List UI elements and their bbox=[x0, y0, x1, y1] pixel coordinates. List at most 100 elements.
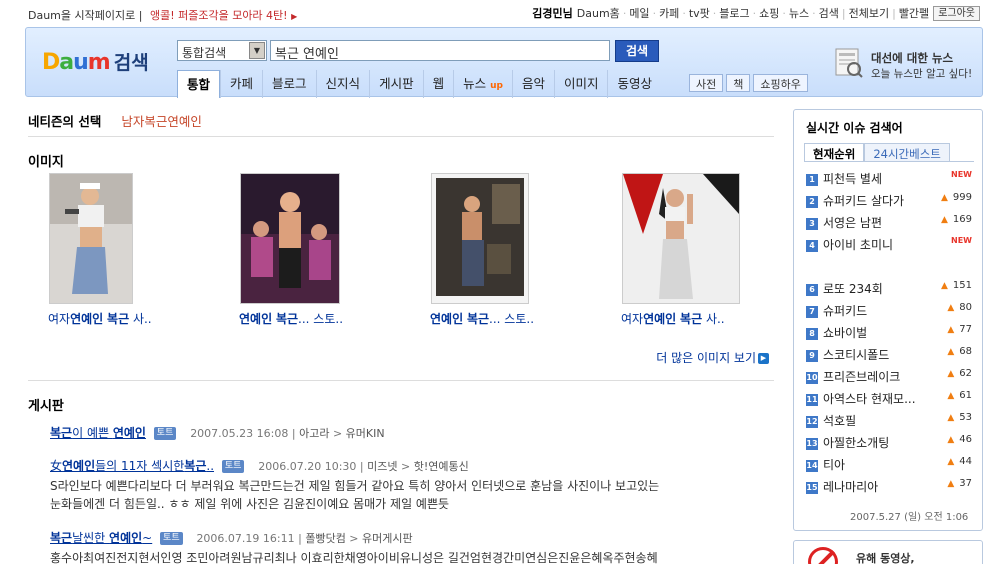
logout-button[interactable]: 로그아웃 bbox=[933, 5, 980, 21]
netizen-pick-label: 네티즌의 선택 bbox=[28, 114, 102, 129]
tab-board[interactable]: 게시판 bbox=[369, 70, 423, 98]
ranking-item[interactable]: 11 아역스타 현재모... ▲ 61 bbox=[806, 390, 974, 410]
harmful-video-notice[interactable]: 유해 동영상, bbox=[793, 540, 983, 564]
more-images-link[interactable]: 더 많은 이미지 보기 ▶ bbox=[656, 349, 769, 366]
up-arrow-icon: ▲ bbox=[947, 435, 955, 445]
tab-books[interactable]: 책 bbox=[726, 74, 751, 92]
tote-badge[interactable]: 토트 bbox=[160, 532, 183, 545]
ranking-item[interactable]: 14 티아 ▲ 44 bbox=[806, 456, 974, 476]
ranking-item[interactable]: 12 석호필 ▲ 53 bbox=[806, 412, 974, 432]
nav-link-cafe[interactable]: 카페 bbox=[659, 5, 679, 21]
tab-web[interactable]: 웹 bbox=[422, 70, 454, 98]
user-name[interactable]: 김경민님 bbox=[532, 5, 572, 21]
ranking-item[interactable]: 4 아이비 초미니 NEW bbox=[806, 236, 974, 256]
image-result[interactable]: 연예인 복근... 스토.. bbox=[430, 173, 580, 326]
board-post-title[interactable]: 복근이 예쁜 연예인 bbox=[50, 426, 146, 440]
rank-keyword[interactable]: 석호필 bbox=[823, 414, 856, 428]
up-arrow-icon: ▲ bbox=[947, 325, 955, 335]
rank-change: ▲ 999 bbox=[940, 192, 972, 203]
tab-video[interactable]: 동영상 bbox=[607, 70, 661, 98]
prohibited-icon bbox=[808, 547, 838, 564]
daum-logo[interactable]: Daum 검색 bbox=[42, 48, 149, 75]
image-result[interactable]: 여자연예인 복근 사.. bbox=[48, 173, 198, 326]
rank-keyword[interactable]: 티아 bbox=[823, 458, 845, 472]
promo-link[interactable]: 앵콜! 퍼즐조각을 모아라 4탄! bbox=[150, 9, 288, 22]
board-post-title[interactable]: 女연예인들의 11자 섹시한복근.. bbox=[50, 459, 214, 473]
ranking-item[interactable]: 1 피천득 별세 NEW bbox=[806, 170, 974, 190]
image-thumbnail[interactable] bbox=[49, 173, 133, 304]
tab-news[interactable]: 뉴스 up bbox=[453, 70, 512, 98]
news-promo-desc: 오늘 뉴스만 알고 싶다! bbox=[871, 68, 973, 80]
tab-shopping-how[interactable]: 쇼핑하우 bbox=[753, 74, 808, 92]
rank-keyword[interactable]: 아찔한소개팅 bbox=[823, 436, 889, 450]
image-caption[interactable]: 여자연예인 복근 사.. bbox=[48, 310, 152, 327]
search-input[interactable]: 복근 연예인 bbox=[270, 40, 610, 62]
image-caption[interactable]: 연예인 복근... 스토.. bbox=[430, 310, 534, 327]
rank-keyword[interactable]: 아역스타 현재모... bbox=[823, 392, 916, 406]
rank-keyword[interactable]: 프리즌브레이크 bbox=[823, 370, 900, 384]
nav-link-daum-home[interactable]: Daum홈 bbox=[577, 5, 620, 21]
nav-link-red-pen[interactable]: 빨간펠 bbox=[899, 5, 929, 21]
rank-keyword[interactable]: 레나마리아 bbox=[823, 480, 878, 494]
nav-link-mail[interactable]: 메일 bbox=[629, 5, 649, 21]
rank-keyword[interactable]: 슈퍼키드 살다가 bbox=[823, 194, 904, 208]
ranking-item[interactable]: 9 스코티시폴드 ▲ 68 bbox=[806, 346, 974, 366]
nav-link-search[interactable]: 검색 bbox=[819, 5, 839, 21]
rank-keyword[interactable]: 쇼바이벌 bbox=[823, 326, 867, 340]
board-post-snippet: S라인보다 예쁜다리보다 더 부러워요 복근만드는건 제일 힘들거 같아요 특히… bbox=[50, 479, 660, 511]
image-thumbnail[interactable] bbox=[240, 173, 340, 304]
ranking-item[interactable]: 7 슈퍼키드 ▲ 80 bbox=[806, 302, 974, 322]
image-caption[interactable]: 여자연예인 복근 사.. bbox=[621, 310, 725, 327]
ranking-item[interactable]: 15 레나마리아 ▲ 37 bbox=[806, 478, 974, 498]
ranking-item[interactable]: 2 슈퍼키드 살다가 ▲ 999 bbox=[806, 192, 974, 212]
board-post-title[interactable]: 복근날씬한 연예인~ bbox=[50, 531, 152, 545]
image-result[interactable]: 여자연예인 복근 사.. bbox=[621, 173, 771, 326]
harmful-video-text: 유해 동영상, bbox=[856, 552, 915, 564]
rank-keyword[interactable]: 로또 234회 bbox=[823, 282, 883, 296]
tote-badge[interactable]: 토트 bbox=[153, 427, 177, 440]
tab-blog[interactable]: 블로그 bbox=[262, 70, 316, 98]
set-homepage-link[interactable]: Daum을 시작페이지로 bbox=[28, 9, 135, 22]
ranking-item[interactable]: 10 프리즌브레이크 ▲ 62 bbox=[806, 368, 974, 388]
news-promo-banner[interactable]: 대선에 대한 뉴스 오늘 뉴스만 알고 싶다! bbox=[834, 44, 979, 84]
tote-badge[interactable]: 토트 bbox=[221, 460, 245, 473]
image-thumbnail[interactable] bbox=[622, 173, 740, 304]
netizen-pick-link[interactable]: 남자복근연예인 bbox=[121, 114, 202, 129]
tab-current-rank[interactable]: 현재순위 bbox=[804, 143, 865, 162]
tab-music[interactable]: 음악 bbox=[511, 70, 554, 98]
search-scope-select[interactable]: 통합검색 ▼ bbox=[177, 40, 267, 61]
nav-link-all[interactable]: 전체보기 bbox=[849, 5, 889, 21]
tab-knowledge[interactable]: 신지식 bbox=[315, 70, 370, 98]
nav-link-blog[interactable]: 블로그 bbox=[719, 5, 749, 21]
image-result[interactable]: 연예인 복근... 스토.. bbox=[239, 173, 389, 326]
chevron-down-icon[interactable]: ▼ bbox=[249, 42, 265, 59]
rank-change: ▲ 151 bbox=[940, 280, 972, 291]
image-thumbnail[interactable] bbox=[431, 173, 529, 304]
tab-integrated[interactable]: 통합 bbox=[177, 70, 221, 98]
rank-number: 14 bbox=[806, 459, 818, 472]
rank-keyword[interactable]: 피천득 별세 bbox=[823, 172, 882, 186]
rank-change: ▲ 169 bbox=[940, 214, 972, 225]
rank-keyword[interactable]: 서영은 남편 bbox=[823, 216, 882, 230]
arrow-right-icon: ▶ bbox=[291, 12, 298, 21]
ranking-item[interactable]: 13 아찔한소개팅 ▲ 46 bbox=[806, 434, 974, 454]
rank-number: 13 bbox=[806, 437, 818, 450]
search-button[interactable]: 검색 bbox=[615, 40, 659, 62]
nav-link-shopping[interactable]: 쇼핑 bbox=[759, 5, 779, 21]
up-arrow-icon: ▲ bbox=[947, 479, 955, 489]
rank-keyword[interactable]: 스코티시폴드 bbox=[823, 348, 889, 362]
tab-cafe[interactable]: 카페 bbox=[220, 70, 262, 98]
ranking-item[interactable]: 8 쇼바이벌 ▲ 77 bbox=[806, 324, 974, 344]
nav-link-news[interactable]: 뉴스 bbox=[789, 5, 809, 21]
rank-keyword[interactable]: 슈퍼키드 bbox=[823, 304, 867, 318]
image-caption[interactable]: 연예인 복근... 스토.. bbox=[239, 310, 343, 327]
nav-link-tvpot[interactable]: tv팟 bbox=[689, 5, 710, 21]
tab-24h-best[interactable]: 24시간베스트 bbox=[864, 143, 950, 162]
rank-number: 8 bbox=[806, 327, 818, 340]
rank-keyword[interactable]: 아이비 초미니 bbox=[823, 238, 893, 252]
tab-image[interactable]: 이미지 bbox=[553, 70, 608, 98]
ranking-item[interactable]: 3 서영은 남편 ▲ 169 bbox=[806, 214, 974, 234]
netizen-pick: 네티즌의 선택 남자복근연예인 bbox=[28, 108, 774, 137]
ranking-item[interactable]: 6 로또 234회 ▲ 151 bbox=[806, 280, 974, 300]
tab-dictionary[interactable]: 사전 bbox=[689, 74, 724, 92]
